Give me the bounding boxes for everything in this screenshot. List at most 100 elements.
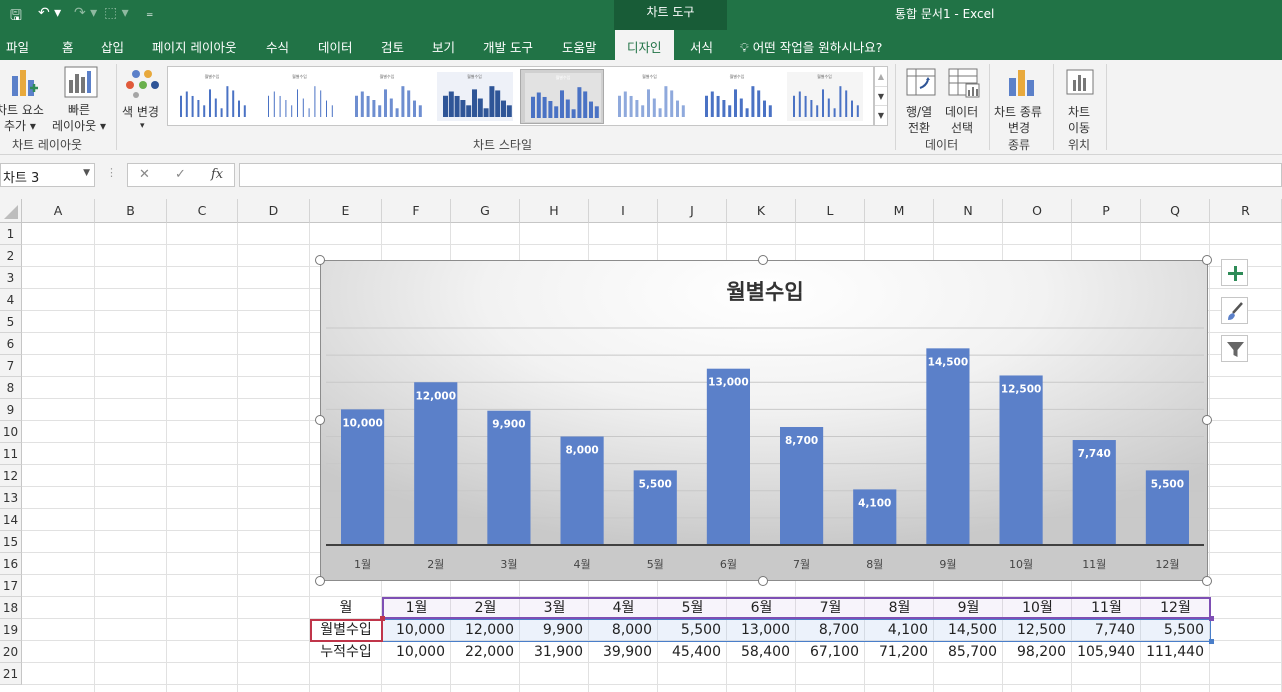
move-chart-button[interactable]: 차트 이동: [1058, 64, 1102, 135]
category-label[interactable]: 9월: [939, 558, 956, 571]
column-header[interactable]: F: [382, 199, 451, 223]
tab-view[interactable]: 보기: [432, 37, 455, 56]
table-cell[interactable]: 45,400: [658, 641, 727, 663]
chart-resize-handle[interactable]: [758, 576, 768, 586]
row-header[interactable]: 1: [0, 223, 22, 245]
table-cell[interactable]: 14,500: [934, 619, 1003, 641]
category-label[interactable]: 1월: [354, 558, 371, 571]
table-cell[interactable]: 67,100: [796, 641, 865, 663]
column-header[interactable]: B: [95, 199, 167, 223]
row-header[interactable]: 9: [0, 399, 22, 421]
header-cell[interactable]: 3월: [520, 597, 589, 619]
row-header[interactable]: 19: [0, 619, 22, 641]
touch-mode-icon[interactable]: ⬚ ▾: [104, 5, 129, 21]
row-header[interactable]: 5: [0, 311, 22, 333]
table-cell[interactable]: 105,940: [1072, 641, 1141, 663]
category-label[interactable]: 2월: [427, 558, 444, 571]
chart-resize-handle[interactable]: [315, 415, 325, 425]
tab-page-layout[interactable]: 페이지 레이아웃: [152, 37, 236, 56]
chart-style-thumbnail[interactable]: 월별수입: [257, 69, 342, 124]
table-cell[interactable]: 10,000: [382, 641, 451, 663]
gallery-scrollbar[interactable]: ▲ ▼ ▼: [874, 66, 888, 126]
insert-function-icon[interactable]: fx: [211, 167, 223, 182]
data-label[interactable]: 14,500: [928, 356, 969, 368]
data-label[interactable]: 12,000: [415, 390, 456, 402]
chart-bar[interactable]: [926, 348, 970, 545]
header-cell[interactable]: 9월: [934, 597, 1003, 619]
chart-bar[interactable]: [414, 382, 458, 545]
table-cell[interactable]: 12,500: [1003, 619, 1072, 641]
column-header[interactable]: R: [1210, 199, 1282, 223]
chart-resize-handle[interactable]: [315, 576, 325, 586]
table-cell[interactable]: 98,200: [1003, 641, 1072, 663]
add-chart-element-button[interactable]: 차트 요소 추가 ▾: [0, 64, 50, 134]
tab-format[interactable]: 서식: [690, 37, 713, 56]
row-header[interactable]: 7: [0, 355, 22, 377]
change-colors-button[interactable]: 색 변경 ▾: [120, 64, 166, 134]
tab-design[interactable]: 디자인: [615, 30, 674, 60]
chart-bar[interactable]: [340, 409, 385, 545]
row-header[interactable]: 12: [0, 465, 22, 487]
table-cell[interactable]: 월별수입: [310, 619, 382, 641]
table-cell[interactable]: 9,900: [520, 619, 589, 641]
change-chart-type-button[interactable]: 차트 종류 변경: [992, 64, 1050, 135]
header-cell[interactable]: 12월: [1141, 597, 1210, 619]
header-cell[interactable]: 11월: [1072, 597, 1141, 619]
column-header[interactable]: L: [796, 199, 865, 223]
chart-style-thumbnail[interactable]: 월별수입: [782, 69, 867, 124]
row-header[interactable]: 11: [0, 443, 22, 465]
data-label[interactable]: 8,000: [565, 445, 598, 457]
chart-style-thumbnail[interactable]: 월별수입: [520, 69, 604, 124]
tell-me-search[interactable]: 💡︎ 어떤 작업을 원하시나요?: [740, 37, 882, 56]
category-label[interactable]: 7월: [793, 558, 810, 571]
column-header[interactable]: P: [1072, 199, 1141, 223]
chart-bar[interactable]: [487, 410, 531, 545]
tab-help[interactable]: 도움말: [562, 37, 597, 56]
row-header[interactable]: 3: [0, 267, 22, 289]
chart-style-thumbnail[interactable]: 월별수입: [345, 69, 429, 124]
category-label[interactable]: 5월: [647, 558, 664, 571]
header-cell[interactable]: 6월: [727, 597, 796, 619]
undo-icon[interactable]: ↶ ▾: [38, 5, 61, 21]
category-label[interactable]: 12월: [1155, 558, 1179, 571]
row-header[interactable]: 4: [0, 289, 22, 311]
table-cell[interactable]: 누적수입: [310, 641, 382, 663]
category-label[interactable]: 10월: [1009, 558, 1033, 571]
chart-resize-handle[interactable]: [1202, 415, 1212, 425]
column-header[interactable]: I: [589, 199, 658, 223]
table-cell[interactable]: 58,400: [727, 641, 796, 663]
category-label[interactable]: 3월: [500, 558, 517, 571]
chart-title[interactable]: 월별수입: [726, 280, 803, 304]
chart-styles-button[interactable]: [1221, 297, 1248, 324]
column-header[interactable]: M: [865, 199, 934, 223]
row-header[interactable]: 16: [0, 553, 22, 575]
category-label[interactable]: 6월: [720, 558, 737, 571]
data-label[interactable]: 5,500: [1151, 478, 1184, 490]
table-cell[interactable]: 4,100: [865, 619, 934, 641]
data-label[interactable]: 8,700: [785, 435, 818, 447]
table-cell[interactable]: 8,700: [796, 619, 865, 641]
row-header[interactable]: 17: [0, 575, 22, 597]
column-header[interactable]: C: [167, 199, 238, 223]
cancel-icon[interactable]: ✕: [139, 167, 150, 182]
tab-home[interactable]: 홈: [62, 37, 74, 56]
data-label[interactable]: 12,500: [1001, 383, 1042, 395]
chart-style-thumbnail[interactable]: 월별수입: [170, 69, 254, 124]
save-icon[interactable]: 🖫: [10, 5, 22, 29]
table-cell[interactable]: 5,500: [1141, 619, 1210, 641]
header-cell[interactable]: 7월: [796, 597, 865, 619]
chart-area[interactable]: 월별수입 10,000 1월 12,000 2월 9,900 3월 8,000 4월 5,500 5…: [320, 260, 1208, 581]
category-label[interactable]: 8월: [866, 558, 883, 571]
table-cell[interactable]: 13,000: [727, 619, 796, 641]
column-header[interactable]: N: [934, 199, 1003, 223]
table-cell[interactable]: 7,740: [1072, 619, 1141, 641]
tab-insert[interactable]: 삽입: [101, 37, 124, 56]
tab-file[interactable]: 파일: [6, 37, 29, 56]
row-header[interactable]: 13: [0, 487, 22, 509]
tab-formulas[interactable]: 수식: [266, 37, 289, 56]
column-header[interactable]: A: [22, 199, 95, 223]
table-cell[interactable]: 10,000: [382, 619, 451, 641]
column-header[interactable]: O: [1003, 199, 1072, 223]
redo-icon[interactable]: ↷ ▾: [74, 5, 97, 21]
data-label[interactable]: 13,000: [708, 377, 749, 389]
